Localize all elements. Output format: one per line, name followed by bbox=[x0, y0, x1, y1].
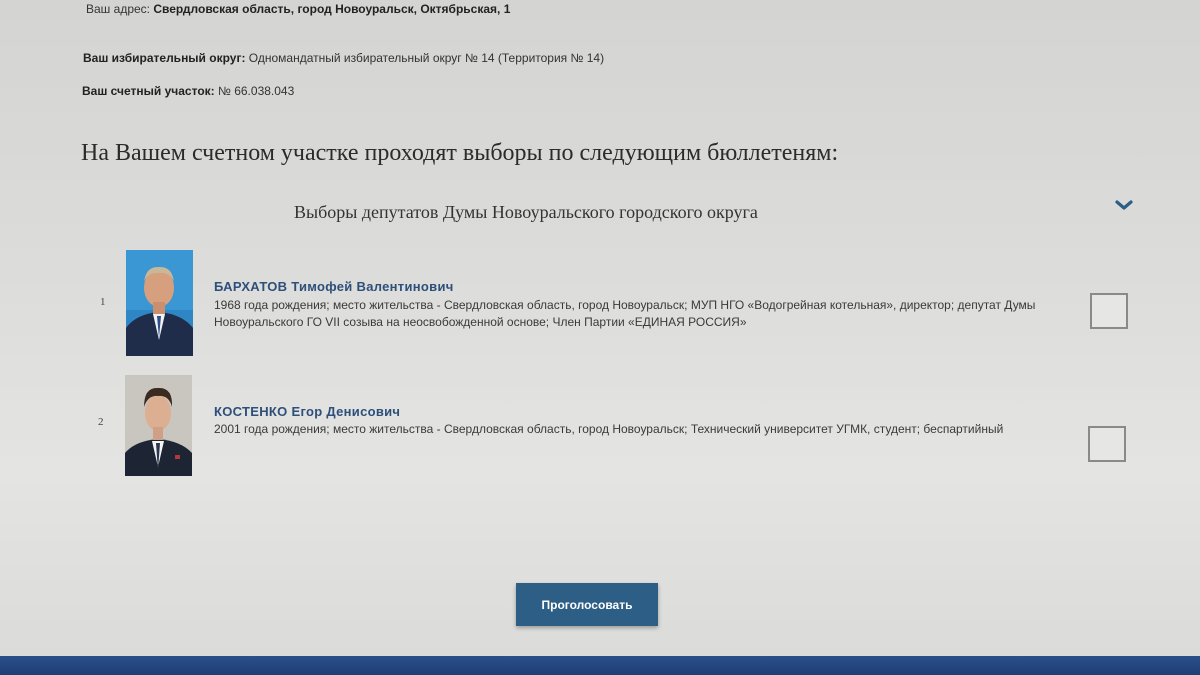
candidate-name: БАРХАТОВ Тимофей Валентинович bbox=[214, 279, 454, 294]
uchastok-label: Ваш счетный участок: bbox=[82, 84, 215, 98]
okrug-label: Ваш избирательный округ: bbox=[83, 51, 246, 65]
candidate-photo bbox=[126, 250, 193, 356]
uchastok-line: Ваш счетный участок: № 66.038.043 bbox=[82, 84, 294, 98]
candidate-photo bbox=[125, 375, 192, 481]
chevron-down-icon[interactable] bbox=[1114, 197, 1134, 213]
candidate-number: 2 bbox=[98, 416, 104, 428]
candidate-checkbox[interactable] bbox=[1090, 293, 1128, 329]
candidate-description: 1968 года рождения; место жительства - С… bbox=[214, 298, 1036, 329]
okrug-line: Ваш избирательный округ: Одномандатный и… bbox=[83, 51, 604, 65]
candidate-description: 2001 года рождения; место жительства - С… bbox=[214, 422, 1004, 436]
candidate-checkbox[interactable] bbox=[1088, 426, 1126, 462]
address-label: Ваш адрес: bbox=[86, 2, 150, 16]
address-value: Свердловская область, город Новоуральск,… bbox=[153, 2, 511, 16]
address-line: Ваш адрес: Свердловская область, город Н… bbox=[86, 2, 510, 16]
page-heading: На Вашем счетном участке проходят выборы… bbox=[81, 140, 839, 166]
candidate-name: КОСТЕНКО Егор Денисович bbox=[214, 404, 401, 419]
uchastok-value: № 66.038.043 bbox=[218, 84, 295, 98]
vote-button[interactable]: Проголосовать bbox=[516, 583, 658, 626]
ballot-page: Ваш адрес: Свердловская область, город Н… bbox=[0, 0, 1200, 675]
candidate-number: 1 bbox=[100, 296, 106, 308]
okrug-value: Одномандатный избирательный округ № 14 (… bbox=[248, 51, 605, 65]
bottom-bar bbox=[0, 656, 1200, 675]
ballot-title: Выборы депутатов Думы Новоуральского гор… bbox=[294, 202, 758, 222]
